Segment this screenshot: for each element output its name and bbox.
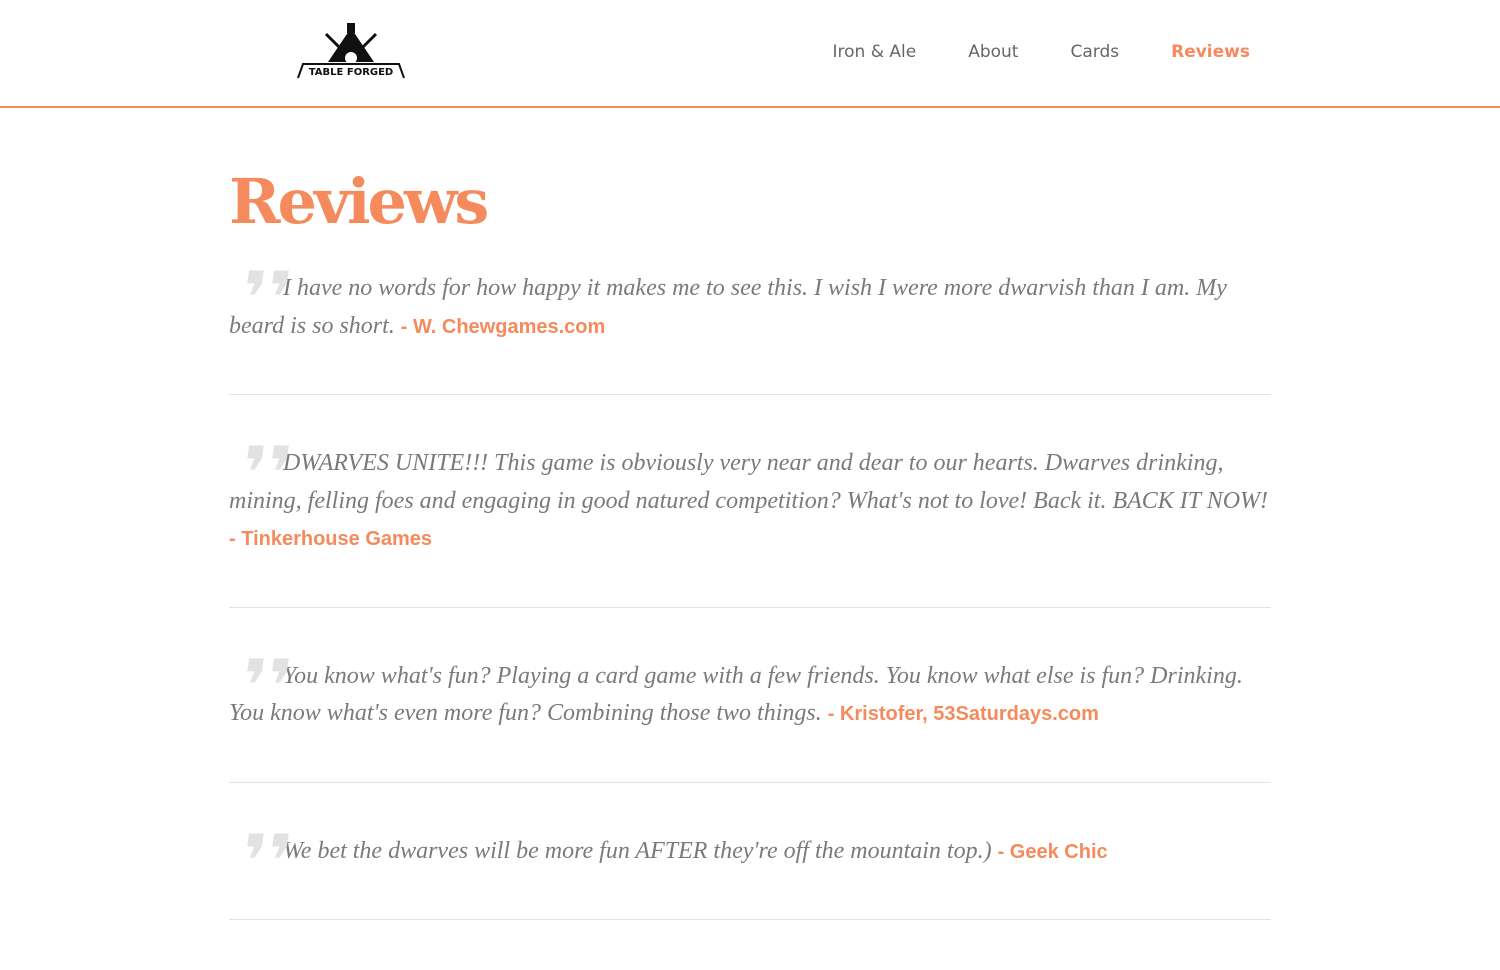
review-author: - Geek Chic: [997, 840, 1108, 863]
review-author: - W. Chewgames.com: [400, 315, 606, 338]
review-author: - Kristofer, 53Saturdays.com: [827, 703, 1099, 725]
nav-about[interactable]: About: [968, 42, 1018, 62]
review-text: I have no words for how happy it makes m…: [229, 275, 1227, 339]
table-forged-logo[interactable]: TABLE FORGED: [296, 20, 406, 80]
page-title: Reviews: [229, 165, 489, 238]
main-nav: Iron & Ale About Cards Reviews: [833, 42, 1250, 62]
main-content: Reviews ❜❜ I have no words for how happy…: [229, 160, 1271, 970]
svg-text:TABLE FORGED: TABLE FORGED: [309, 67, 393, 78]
review-text: We bet the dwarves will be more fun AFTE…: [283, 837, 992, 864]
quote-icon: ❜❜: [235, 643, 297, 728]
nav-cards[interactable]: Cards: [1070, 42, 1119, 62]
review-author: - Tinkerhouse Games: [229, 528, 433, 550]
review-item: ❜❜ We bet the dwarves will be more fun A…: [229, 819, 1271, 920]
nav-iron-and-ale[interactable]: Iron & Ale: [833, 42, 917, 62]
quote-icon: ❜❜: [235, 431, 297, 515]
review-item: ❜❜ DWARVES UNITE!!! This game is obvious…: [229, 431, 1271, 608]
review-item: ❜❜ You know what's fun? Playing a card g…: [229, 644, 1271, 783]
review-text: DWARVES UNITE!!! This game is obviously …: [229, 450, 1269, 514]
quote-icon: ❜❜: [235, 256, 297, 340]
nav-reviews[interactable]: Reviews: [1171, 42, 1250, 62]
site-header: TABLE FORGED Iron & Ale About Cards Revi…: [0, 0, 1500, 108]
quote-icon: ❜❜: [235, 818, 297, 903]
review-item: ❜❜ I have no words for how happy it make…: [229, 256, 1271, 395]
